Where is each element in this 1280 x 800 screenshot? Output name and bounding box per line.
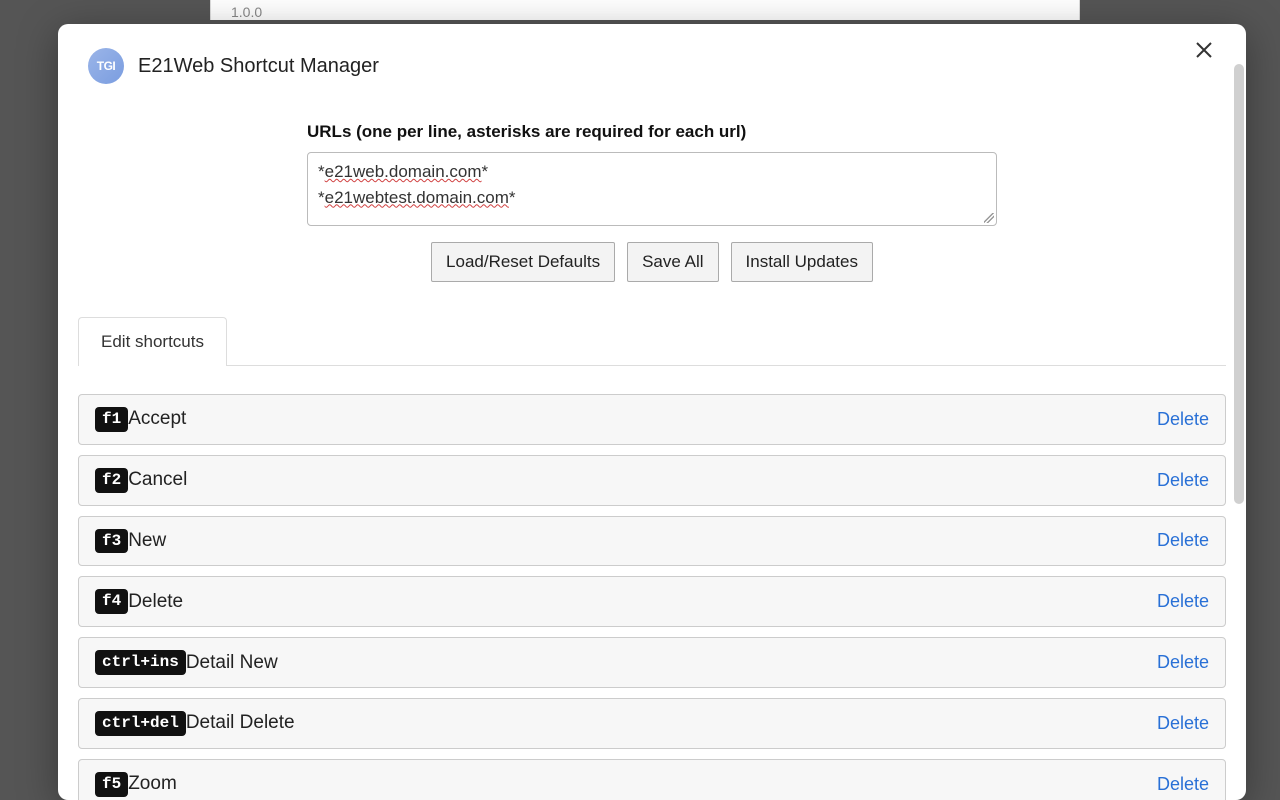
background-version: 1.0.0 bbox=[231, 4, 262, 20]
delete-shortcut-button[interactable]: Delete bbox=[1157, 530, 1209, 551]
key-badge: f4 bbox=[95, 589, 128, 614]
shortcut-row[interactable]: f5Zoom Delete bbox=[78, 759, 1226, 800]
delete-shortcut-button[interactable]: Delete bbox=[1157, 713, 1209, 734]
shortcut-row[interactable]: f3New Delete bbox=[78, 516, 1226, 567]
shortcut-row[interactable]: f2Cancel Delete bbox=[78, 455, 1226, 506]
shortcut-left: f3New bbox=[95, 529, 166, 554]
shortcut-name: New bbox=[128, 530, 166, 552]
background-panel: 1.0.0 bbox=[210, 0, 1080, 20]
delete-shortcut-button[interactable]: Delete bbox=[1157, 591, 1209, 612]
key-badge: f1 bbox=[95, 407, 128, 432]
shortcut-name: Detail New bbox=[186, 652, 278, 674]
tab-edit-shortcuts[interactable]: Edit shortcuts bbox=[78, 317, 227, 366]
url-line-suffix: * bbox=[482, 162, 489, 181]
shortcut-left: f4Delete bbox=[95, 589, 183, 614]
delete-shortcut-button[interactable]: Delete bbox=[1157, 774, 1209, 795]
button-row: Load/Reset Defaults Save All Install Upd… bbox=[78, 242, 1226, 282]
url-line-prefix: * bbox=[318, 162, 325, 181]
url-line-prefix: * bbox=[318, 188, 325, 207]
shortcut-name: Accept bbox=[128, 408, 186, 430]
delete-shortcut-button[interactable]: Delete bbox=[1157, 409, 1209, 430]
modal-scrollbar[interactable] bbox=[1234, 64, 1244, 504]
url-line-host: e21webtest.domain.com bbox=[325, 188, 509, 207]
shortcut-name: Cancel bbox=[128, 469, 187, 491]
save-all-button[interactable]: Save All bbox=[627, 242, 718, 282]
shortcut-row[interactable]: f1Accept Delete bbox=[78, 394, 1226, 445]
page-title: E21Web Shortcut Manager bbox=[138, 55, 379, 78]
key-badge: f3 bbox=[95, 529, 128, 554]
close-button[interactable] bbox=[1192, 40, 1216, 64]
delete-shortcut-button[interactable]: Delete bbox=[1157, 470, 1209, 491]
shortcut-name: Delete bbox=[128, 591, 183, 613]
url-line-suffix: * bbox=[509, 188, 516, 207]
shortcut-left: f5Zoom bbox=[95, 772, 177, 797]
tab-bar: Edit shortcuts bbox=[78, 316, 1226, 366]
app-icon-text: TGI bbox=[97, 59, 116, 73]
url-textarea[interactable]: *e21web.domain.com**e21webtest.domain.co… bbox=[307, 152, 997, 226]
url-section: URLs (one per line, asterisks are requir… bbox=[307, 122, 997, 226]
load-reset-defaults-button[interactable]: Load/Reset Defaults bbox=[431, 242, 615, 282]
key-badge: ctrl+del bbox=[95, 711, 186, 736]
modal-body: URLs (one per line, asterisks are requir… bbox=[58, 122, 1246, 800]
url-line-host: e21web.domain.com bbox=[325, 162, 482, 181]
shortcut-left: f1Accept bbox=[95, 407, 186, 432]
delete-shortcut-button[interactable]: Delete bbox=[1157, 652, 1209, 673]
url-line: *e21webtest.domain.com* bbox=[318, 185, 986, 211]
modal-header: TGI E21Web Shortcut Manager bbox=[58, 24, 1246, 94]
shortcut-left: ctrl+insDetail New bbox=[95, 650, 278, 675]
url-label: URLs (one per line, asterisks are requir… bbox=[307, 122, 997, 142]
resize-handle-icon[interactable] bbox=[984, 213, 994, 223]
key-badge: ctrl+ins bbox=[95, 650, 186, 675]
close-icon bbox=[1195, 41, 1213, 59]
key-badge: f5 bbox=[95, 772, 128, 797]
shortcut-manager-modal: TGI E21Web Shortcut Manager URLs (one pe… bbox=[58, 24, 1246, 800]
key-badge: f2 bbox=[95, 468, 128, 493]
shortcut-row[interactable]: f4DeleteDelete bbox=[78, 576, 1226, 627]
shortcut-list: f1AcceptDeletef2CancelDeletef3NewDeletef… bbox=[78, 394, 1226, 800]
install-updates-button[interactable]: Install Updates bbox=[731, 242, 873, 282]
shortcut-left: ctrl+delDetail Delete bbox=[95, 711, 295, 736]
shortcut-row[interactable]: ctrl+insDetail New Delete bbox=[78, 637, 1226, 688]
url-line: *e21web.domain.com* bbox=[318, 159, 986, 185]
shortcut-name: Zoom bbox=[128, 773, 177, 795]
shortcut-row[interactable]: ctrl+delDetail Delete Delete bbox=[78, 698, 1226, 749]
shortcut-left: f2Cancel bbox=[95, 468, 187, 493]
shortcut-name: Detail Delete bbox=[186, 712, 295, 734]
app-icon: TGI bbox=[88, 48, 124, 84]
